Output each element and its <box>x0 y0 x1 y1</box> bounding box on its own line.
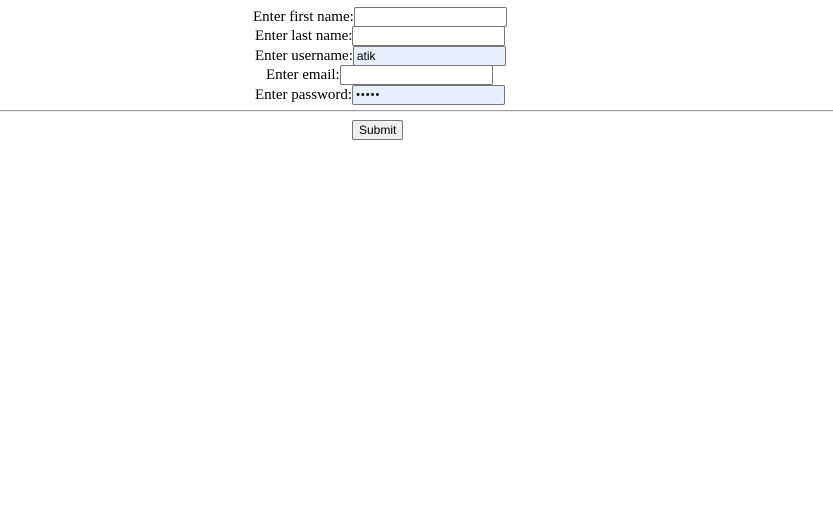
first-name-label: Enter first name: <box>253 8 354 25</box>
password-label: Enter password: <box>255 86 353 103</box>
first-name-row: Enter first name: <box>253 7 507 27</box>
last-name-input[interactable] <box>352 26 506 46</box>
first-name-input[interactable] <box>353 7 507 27</box>
username-label: Enter username: <box>255 47 353 64</box>
username-row: Enter username: <box>255 46 506 66</box>
username-input[interactable] <box>352 46 506 66</box>
last-name-row: Enter last name: <box>255 26 506 46</box>
submit-button[interactable]: Submit <box>352 120 404 140</box>
email-label: Enter email: <box>266 66 340 83</box>
last-name-label: Enter last name: <box>255 27 353 44</box>
password-input[interactable] <box>352 85 506 105</box>
password-row: Enter password: <box>255 85 506 105</box>
form-divider <box>0 110 833 112</box>
email-input[interactable] <box>339 65 493 85</box>
email-row: Enter email: <box>266 65 493 85</box>
